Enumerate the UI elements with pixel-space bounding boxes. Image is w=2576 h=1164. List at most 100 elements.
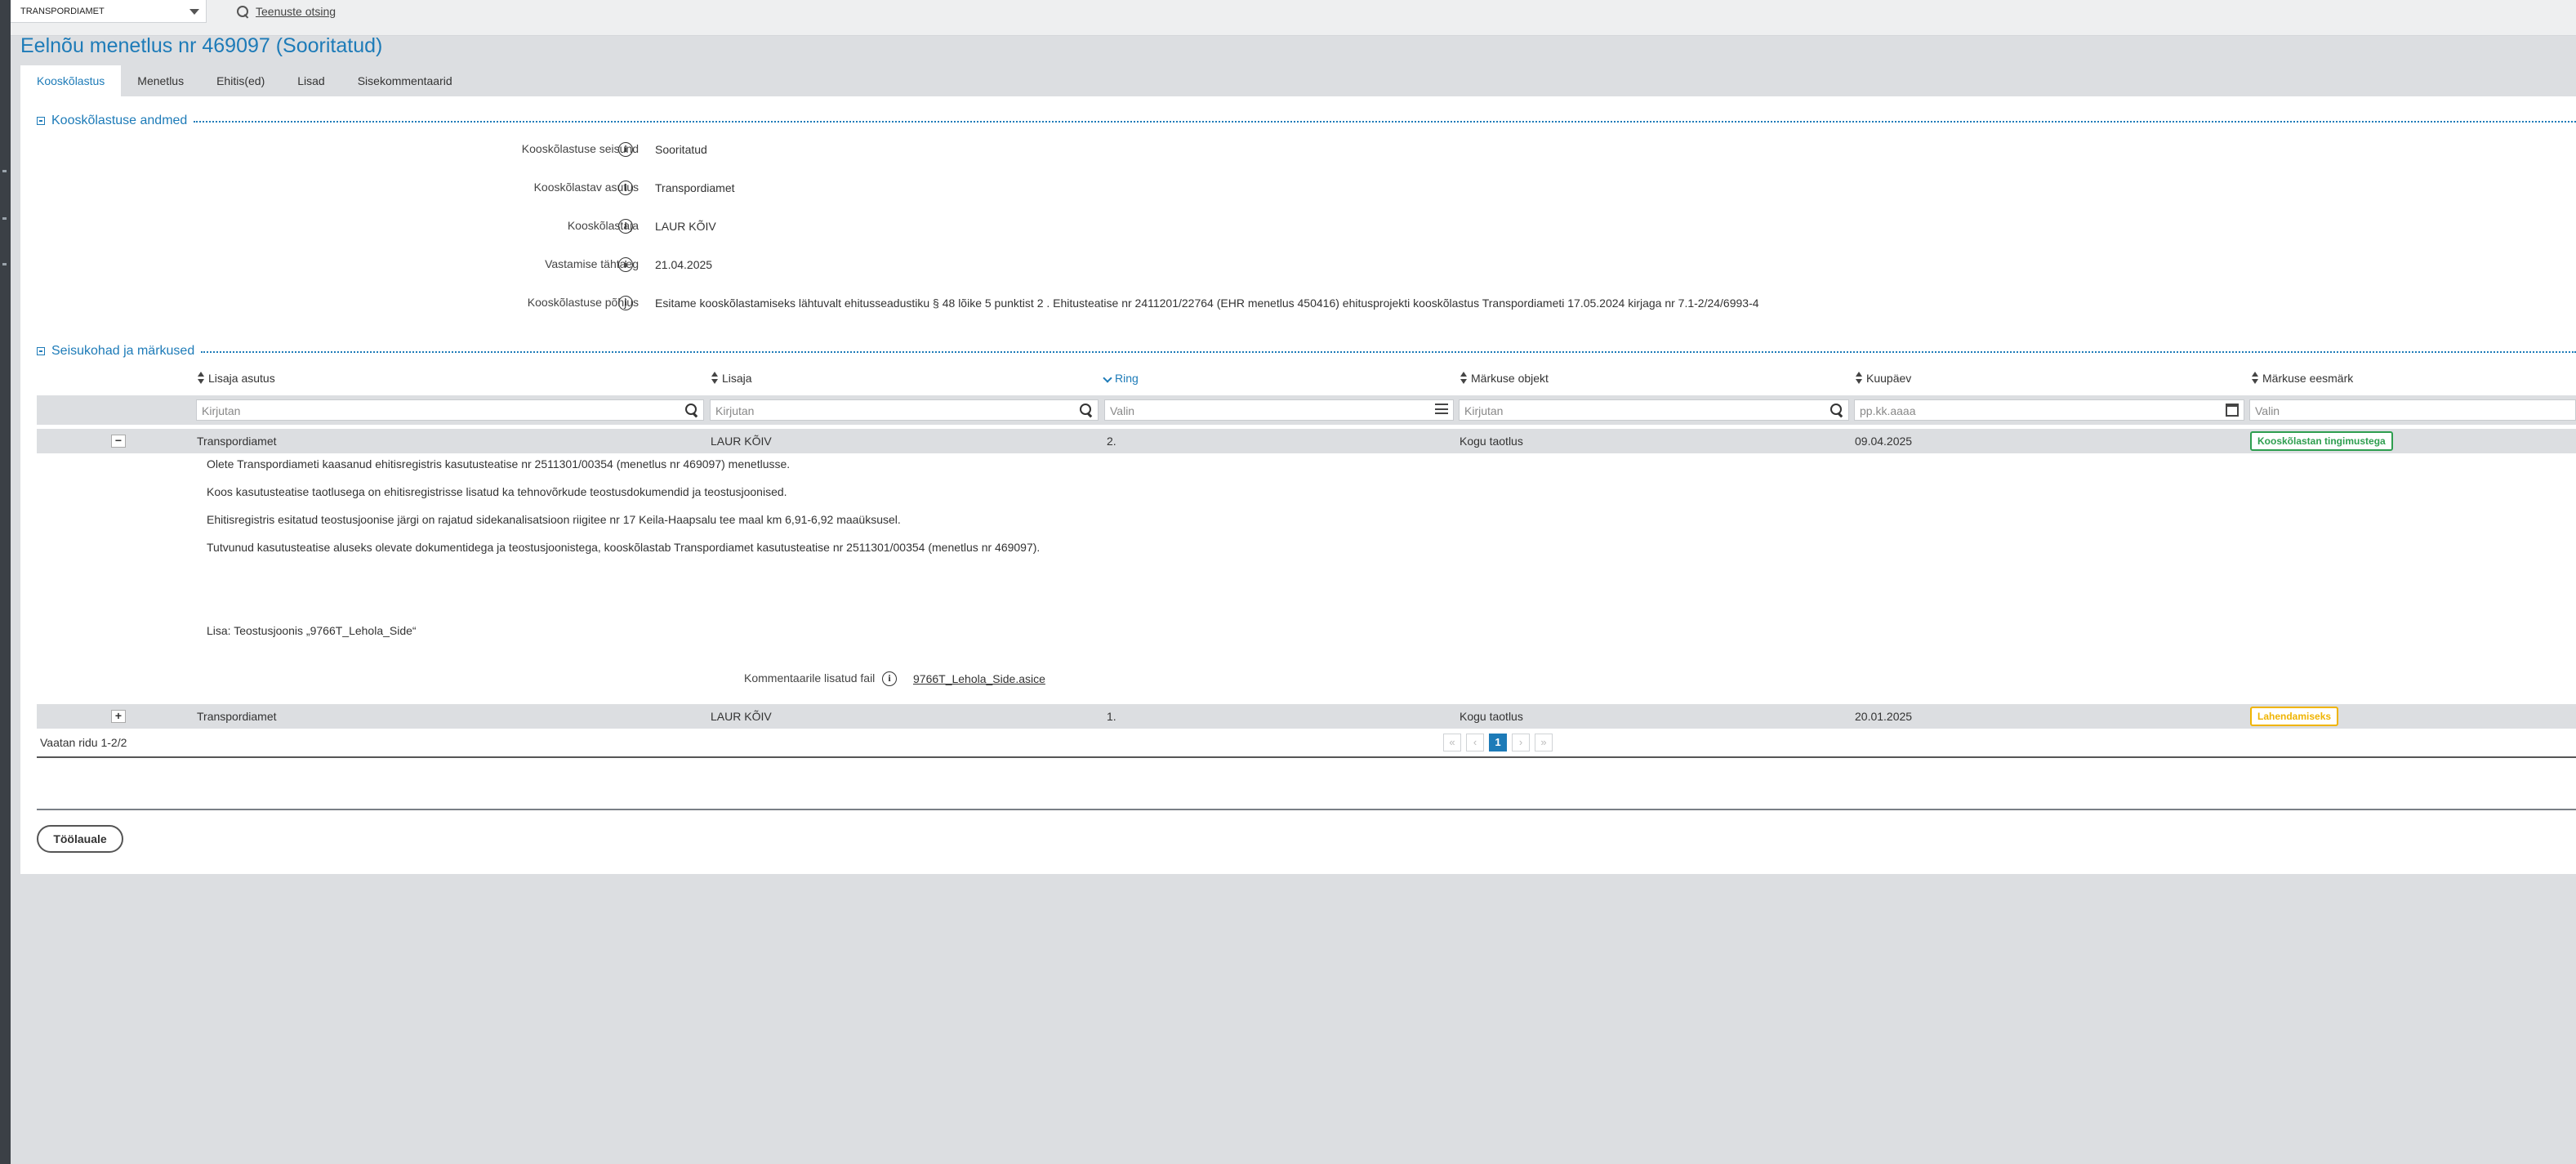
info-icon[interactable]: i	[882, 671, 897, 686]
service-search-link[interactable]: Teenuste otsing	[256, 5, 336, 18]
collapse-row-icon[interactable]: −	[111, 435, 126, 448]
collapse-icon[interactable]	[37, 347, 45, 355]
collapse-icon[interactable]	[37, 117, 45, 125]
rail-marker	[2, 263, 7, 265]
info-icon[interactable]: i	[618, 181, 633, 195]
section-header-kooskolastuse-andmed[interactable]: Kooskõlastuse andmed	[37, 113, 2576, 129]
info-icon[interactable]: i	[618, 257, 633, 272]
tab-kooskolastus[interactable]: Kooskõlastus	[20, 65, 122, 96]
next-page-button[interactable]: ›	[1512, 734, 1530, 751]
filter-lisaja-input[interactable]: Kirjutan	[710, 399, 1099, 421]
sort-desc-icon	[1103, 374, 1112, 382]
field-value: Esitame kooskõlastamiseks lähtuvalt ehit…	[655, 297, 1759, 310]
tab-ehitised[interactable]: Ehitis(ed)	[200, 65, 281, 96]
section-title: Kooskõlastuse andmed	[51, 114, 188, 127]
detail-paragraph: Ehitisregistris esitatud teostusjoonise …	[207, 513, 901, 526]
column-header-markuse-objekt[interactable]: Märkuse objekt	[1460, 372, 1549, 385]
filter-placeholder: Kirjutan	[715, 404, 755, 417]
page-title: Eelnõu menetlus nr 469097 (Sooritatud)	[20, 34, 383, 57]
status-badge: Lahendamiseks	[2250, 707, 2339, 726]
sort-icon	[1460, 372, 1468, 385]
chevron-down-icon	[189, 9, 199, 15]
field-pohjus: Kooskõlastuse põhjus i Esitame kooskõlas…	[20, 294, 2576, 312]
organization-value: TRANSPORDIAMET	[20, 7, 105, 16]
filter-placeholder: pp.kk.aaaa	[1860, 404, 1916, 417]
filter-placeholder: Kirjutan	[1464, 404, 1504, 417]
info-icon[interactable]: i	[618, 296, 633, 310]
last-page-button[interactable]: »	[1535, 734, 1553, 751]
cell-kuupaev: 20.01.2025	[1855, 710, 1913, 723]
cell-asutus: Transpordiamet	[197, 710, 277, 723]
field-tahtaeg: Vastamise tähtaeg i 21.04.2025	[20, 256, 2576, 274]
field-value: LAUR KÕIV	[655, 220, 716, 233]
page-button[interactable]: 1	[1489, 734, 1507, 751]
column-header-lisaja-asutus[interactable]: Lisaja asutus	[197, 372, 275, 385]
column-label: Lisaja	[722, 372, 752, 385]
pagination: « ‹ 1 › »	[1443, 734, 1553, 751]
cell-asutus: Transpordiamet	[197, 435, 277, 448]
detail-paragraph: Koos kasutusteatise taotlusega on ehitis…	[207, 485, 787, 498]
tab-menetlus[interactable]: Menetlus	[121, 65, 200, 96]
divider	[201, 351, 2576, 353]
calendar-icon[interactable]	[2226, 404, 2239, 417]
column-label: Ring	[1115, 372, 1139, 385]
cell-ring: 1.	[1107, 710, 1116, 723]
top-bar: TRANSPORDIAMET Teenuste otsing	[11, 0, 2576, 36]
column-header-kuupaev[interactable]: Kuupäev	[1855, 372, 1911, 385]
attachment-file-link[interactable]: 9766T_Lehola_Side.asice	[913, 672, 1045, 685]
filter-eesmark-select[interactable]: Valin	[2249, 399, 2576, 421]
content-panel: Kooskõlastuse andmed Kooskõlastuse seisu…	[20, 96, 2576, 874]
detail-paragraph: Tutvunud kasutusteatise aluseks olevate …	[207, 541, 1041, 554]
grid-footer: Vaatan ridu 1-2/2 « ‹ 1 › »	[37, 730, 2576, 758]
first-page-button[interactable]: «	[1443, 734, 1461, 751]
filter-placeholder: Kirjutan	[202, 404, 241, 417]
grid-header: Lisaja asutus Lisaja Ring Märkuse objekt…	[37, 368, 2576, 390]
column-label: Märkuse objekt	[1471, 372, 1549, 385]
field-kooskolastaja: Kooskõlastaja i LAUR KÕIV	[20, 217, 2576, 235]
field-asutus: Kooskõlastav asutus i Transpordiamet	[20, 179, 2576, 197]
prev-page-button[interactable]: ‹	[1466, 734, 1484, 751]
tab-bar: Kooskõlastus Menetlus Ehitis(ed) Lisad S…	[20, 65, 469, 96]
search-icon[interactable]	[1080, 404, 1093, 417]
cell-lisaja: LAUR KÕIV	[711, 435, 772, 448]
expand-row-icon[interactable]: +	[111, 710, 126, 723]
cell-objekt: Kogu taotlus	[1460, 710, 1523, 723]
search-icon[interactable]	[1830, 404, 1843, 417]
filter-kuupaev-input[interactable]: pp.kk.aaaa	[1854, 399, 2244, 421]
tab-sisekommentaarid[interactable]: Sisekommentaarid	[341, 65, 469, 96]
back-to-dashboard-button[interactable]: Töölauale	[37, 825, 123, 853]
detail-paragraph: Olete Transpordiameti kaasanud ehitisreg…	[207, 457, 791, 471]
service-search[interactable]: Teenuste otsing	[236, 3, 336, 20]
sort-icon	[197, 372, 205, 385]
organization-select[interactable]: TRANSPORDIAMET	[11, 0, 207, 23]
section-header-seisukohad[interactable]: Seisukohad ja märkused	[37, 343, 2576, 359]
info-icon[interactable]: i	[618, 142, 633, 157]
divider	[194, 121, 2576, 123]
filter-lisaja-asutus-input[interactable]: Kirjutan	[196, 399, 704, 421]
sort-icon	[2251, 372, 2259, 385]
rail-marker	[2, 170, 7, 172]
cell-objekt: Kogu taotlus	[1460, 435, 1523, 448]
column-header-lisaja[interactable]: Lisaja	[711, 372, 752, 385]
column-label: Märkuse eesmärk	[2262, 372, 2354, 385]
cell-lisaja: LAUR KÕIV	[711, 710, 772, 723]
info-icon[interactable]: i	[618, 219, 633, 234]
table-row[interactable]: + Transpordiamet LAUR KÕIV 1. Kogu taotl…	[37, 704, 2576, 729]
cell-ring: 2.	[1107, 435, 1116, 448]
column-header-markuse-eesmark[interactable]: Märkuse eesmärk	[2251, 372, 2353, 385]
filter-ring-select[interactable]: Valin	[1104, 399, 1454, 421]
row-count: Vaatan ridu 1-2/2	[40, 736, 127, 749]
filter-placeholder: Valin	[2255, 404, 2280, 417]
filter-objekt-input[interactable]: Kirjutan	[1459, 399, 1849, 421]
left-rail	[0, 0, 11, 1164]
column-label: Lisaja asutus	[208, 372, 275, 385]
sort-icon	[711, 372, 719, 385]
column-header-ring[interactable]: Ring	[1103, 372, 1139, 385]
tab-lisad[interactable]: Lisad	[281, 65, 341, 96]
status-badge: Kooskõlastan tingimustega	[2250, 431, 2393, 451]
list-icon[interactable]	[1435, 404, 1448, 417]
search-icon[interactable]	[685, 404, 698, 417]
table-row[interactable]: − Transpordiamet LAUR KÕIV 2. Kogu taotl…	[37, 429, 2576, 453]
cell-kuupaev: 09.04.2025	[1855, 435, 1913, 448]
divider	[37, 809, 2576, 810]
